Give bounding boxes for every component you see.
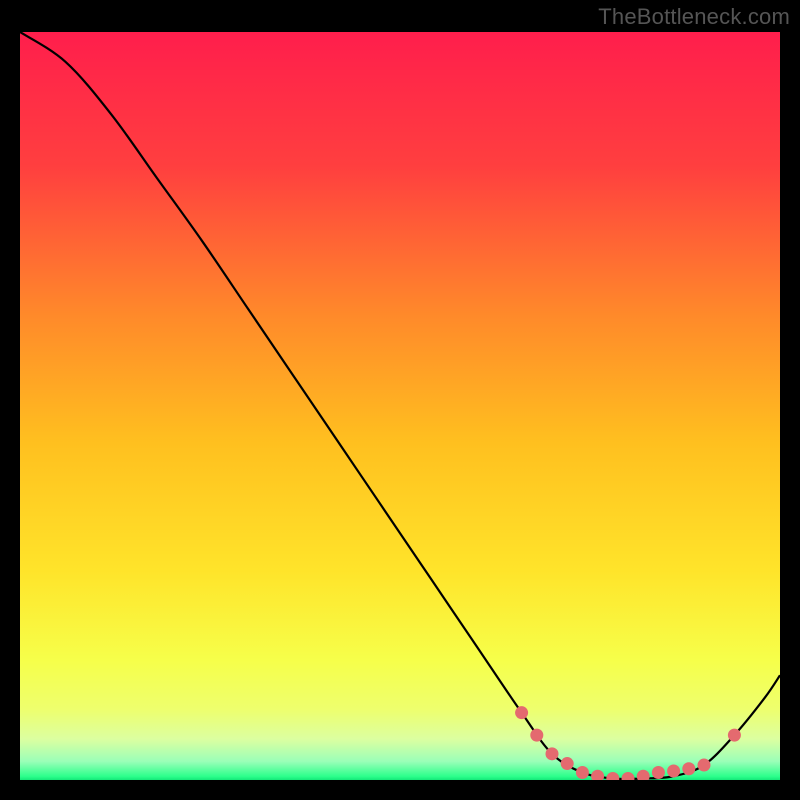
trough-marker-dot [728, 729, 741, 742]
trough-marker-dot [682, 762, 695, 775]
trough-marker-dot [652, 766, 665, 779]
watermark-text: TheBottleneck.com [598, 4, 790, 30]
trough-marker-dot [546, 747, 559, 760]
trough-marker-dot [561, 757, 574, 770]
trough-marker-dot [515, 706, 528, 719]
chart-stage: TheBottleneck.com [0, 0, 800, 800]
plot-area [20, 32, 780, 780]
chart-svg [20, 32, 780, 780]
trough-marker-dot [698, 759, 711, 772]
trough-marker-dot [576, 766, 589, 779]
trough-marker-dot [530, 729, 543, 742]
trough-marker-dot [667, 765, 680, 778]
